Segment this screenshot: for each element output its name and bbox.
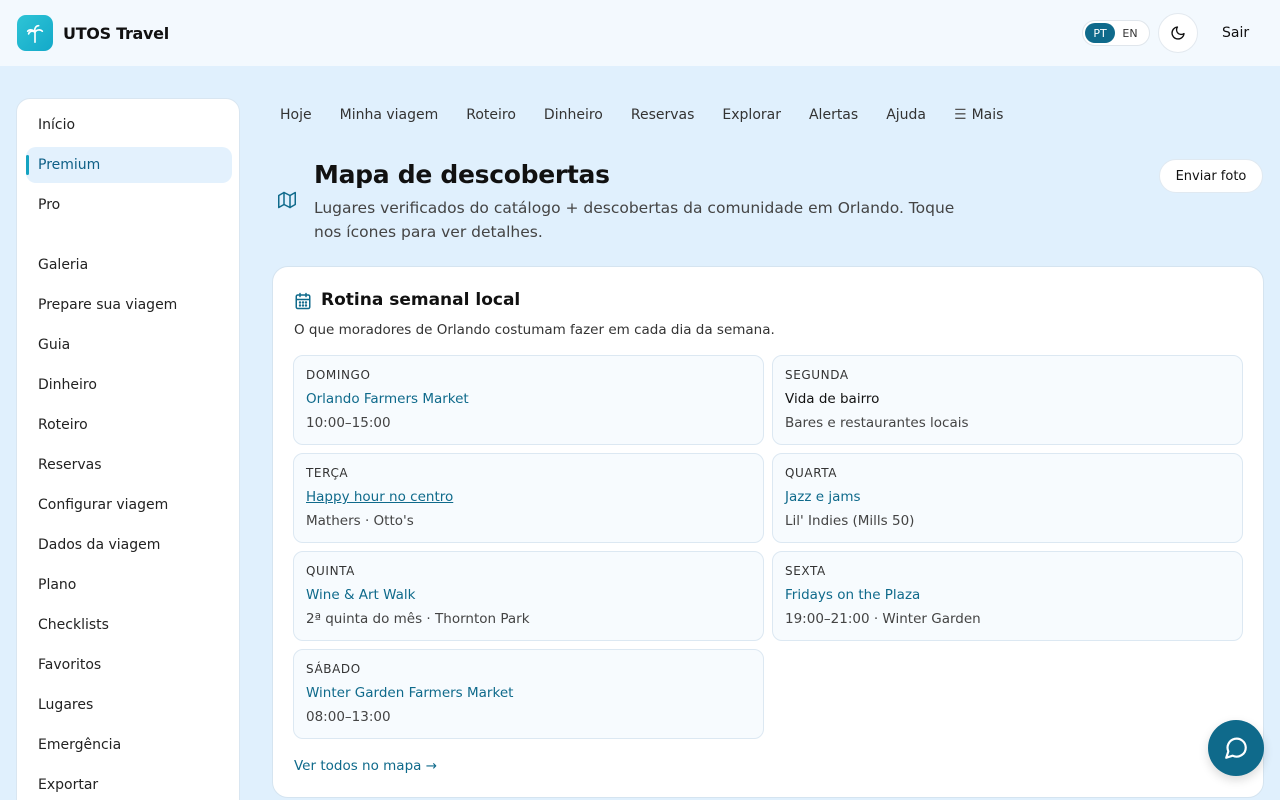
palm-tree-icon — [17, 15, 53, 51]
day-card-sexta: SEXTA Fridays on the Plaza 19:00–21:00 ·… — [772, 551, 1243, 641]
see-all-on-map-link[interactable]: Ver todos no mapa → — [294, 758, 437, 774]
page-subtitle: Lugares verificados do catálogo + descob… — [314, 199, 955, 241]
upload-photo-button[interactable]: Enviar foto — [1159, 159, 1263, 193]
nav-item-mais-label: Mais — [971, 107, 1004, 123]
day-label: TERÇA — [306, 466, 349, 480]
sidebar-item-premium[interactable]: Premium — [26, 147, 232, 183]
moon-icon — [1171, 26, 1185, 40]
lang-option-en[interactable]: EN — [1115, 23, 1145, 43]
day-detail: 19:00–21:00 · Winter Garden — [785, 611, 981, 627]
nav-item-mais[interactable]: ☰ Mais — [954, 106, 1003, 124]
day-event-link[interactable]: Happy hour no centro — [306, 489, 453, 505]
sidebar-item-configurar[interactable]: Configurar viagem — [26, 487, 232, 523]
day-card-domingo: DOMINGO Orlando Farmers Market 10:00–15:… — [293, 355, 764, 445]
card-description: O que moradores de Orlando costumam faze… — [294, 322, 775, 338]
day-card-segunda: SEGUNDA Vida de bairro Bares e restauran… — [772, 355, 1243, 445]
day-event: Vida de bairro — [785, 391, 880, 407]
sidebar-item-emergencia[interactable]: Emergência — [26, 727, 232, 763]
sidebar-item-dados[interactable]: Dados da viagem — [26, 527, 232, 563]
day-detail: Mathers · Otto's — [306, 513, 414, 529]
sidebar: Início Premium Pro Galeria Prepare sua v… — [16, 98, 240, 800]
day-detail: Bares e restaurantes locais — [785, 415, 969, 431]
day-card-quinta: QUINTA Wine & Art Walk 2ª quinta do mês … — [293, 551, 764, 641]
day-event-link[interactable]: Winter Garden Farmers Market — [306, 685, 513, 701]
day-label: DOMINGO — [306, 368, 371, 382]
top-bar: UTOS Travel PT EN Sair — [0, 0, 1280, 66]
sidebar-item-roteiro[interactable]: Roteiro — [26, 407, 232, 443]
sidebar-item-guia[interactable]: Guia — [26, 327, 232, 363]
day-label: SEXTA — [785, 564, 826, 578]
chat-button[interactable] — [1208, 720, 1264, 776]
sidebar-item-galeria[interactable]: Galeria — [26, 247, 232, 283]
main-nav: Hoje Minha viagem Roteiro Dinheiro Reser… — [280, 106, 1031, 124]
nav-item-explorar[interactable]: Explorar — [722, 106, 781, 124]
day-event-link[interactable]: Orlando Farmers Market — [306, 391, 469, 407]
nav-item-dinheiro[interactable]: Dinheiro — [544, 106, 603, 124]
language-toggle[interactable]: PT EN — [1082, 20, 1150, 46]
sidebar-item-plano[interactable]: Plano — [26, 567, 232, 603]
day-event-link[interactable]: Wine & Art Walk — [306, 587, 415, 603]
day-detail: 10:00–15:00 — [306, 415, 391, 431]
nav-item-reservas[interactable]: Reservas — [631, 106, 695, 124]
nav-item-ajuda[interactable]: Ajuda — [886, 106, 926, 124]
day-card-sabado: SÁBADO Winter Garden Farmers Market 08:0… — [293, 649, 764, 739]
sidebar-item-reservas[interactable]: Reservas — [26, 447, 232, 483]
sidebar-item-pro[interactable]: Pro — [26, 187, 232, 223]
day-detail: 2ª quinta do mês · Thornton Park — [306, 611, 530, 627]
day-card-quarta: QUARTA Jazz e jams Lil' Indies (Mills 50… — [772, 453, 1243, 543]
nav-item-minha-viagem[interactable]: Minha viagem — [340, 106, 439, 124]
chat-bubble-icon — [1225, 737, 1247, 759]
map-icon — [278, 191, 296, 213]
brand[interactable]: UTOS Travel — [17, 15, 169, 51]
day-label: SÁBADO — [306, 662, 361, 676]
day-label: SEGUNDA — [785, 368, 849, 382]
card-title: Rotina semanal local — [321, 290, 521, 310]
day-event-link[interactable]: Jazz e jams — [785, 489, 861, 505]
sidebar-item-prepare[interactable]: Prepare sua viagem — [26, 287, 232, 323]
sidebar-item-lugares[interactable]: Lugares — [26, 687, 232, 723]
nav-item-hoje[interactable]: Hoje — [280, 106, 312, 124]
day-detail: 08:00–13:00 — [306, 709, 391, 725]
brand-name: UTOS Travel — [63, 23, 169, 43]
calendar-icon — [294, 292, 312, 314]
nav-item-roteiro[interactable]: Roteiro — [466, 106, 516, 124]
sidebar-item-inicio[interactable]: Início — [26, 107, 232, 143]
sidebar-item-favoritos[interactable]: Favoritos — [26, 647, 232, 683]
theme-toggle-button[interactable] — [1158, 13, 1198, 53]
sidebar-item-exportar[interactable]: Exportar — [26, 767, 232, 800]
nav-item-alertas[interactable]: Alertas — [809, 106, 858, 124]
day-event-link[interactable]: Fridays on the Plaza — [785, 587, 920, 603]
day-label: QUARTA — [785, 466, 838, 480]
page-title: Mapa de descobertas — [314, 160, 610, 189]
sidebar-item-checklists[interactable]: Checklists — [26, 607, 232, 643]
lang-option-pt[interactable]: PT — [1085, 23, 1115, 43]
menu-icon: ☰ — [954, 107, 967, 123]
sidebar-item-dinheiro[interactable]: Dinheiro — [26, 367, 232, 403]
weekly-routine-card: Rotina semanal local O que moradores de … — [272, 266, 1264, 798]
day-detail: Lil' Indies (Mills 50) — [785, 513, 915, 529]
day-card-terca: TERÇA Happy hour no centro Mathers · Ott… — [293, 453, 764, 543]
day-label: QUINTA — [306, 564, 355, 578]
logout-button[interactable]: Sair — [1222, 25, 1249, 41]
